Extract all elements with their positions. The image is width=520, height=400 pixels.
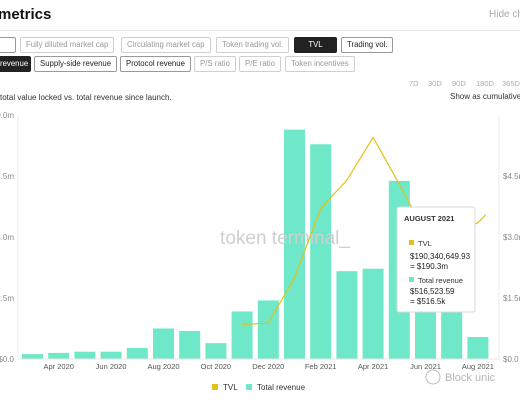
chart-area: $0.0 2.5m 5.0m 7.5m 10.0m $0.0 $1.5m $3.0m $4.5… [0,111,520,392]
tab-trading-vol[interactable]: Trading vol. [341,37,394,53]
tab-supply-side-revenue[interactable]: Supply-side revenue [34,56,118,72]
x-axis-tick-label: Dec 2020 [252,362,284,371]
revenue-bar[interactable] [257,300,279,359]
left-axis-tick-label: 7.5m [0,172,14,181]
left-axis-tick-label: $0.0 [0,355,15,364]
tooltip-revenue-swatch [409,277,414,282]
revenue-bar[interactable] [179,330,201,359]
tooltip-tvl-short: = $190.3m [410,262,448,271]
revenue-bar[interactable] [336,271,358,359]
right-axis-tick-label: $3.0m [503,233,520,242]
revenue-bar[interactable] [48,352,70,359]
page-title: metrics [0,6,52,23]
revenue-bar[interactable] [231,311,253,359]
tab-token-trading-vol[interactable]: Token trading vol. [216,37,290,53]
x-axis-tick-label: Aug 2021 [462,362,494,371]
tab-ps-ratio[interactable]: P/S ratio [194,56,236,72]
tab-partial-left[interactable] [0,37,16,53]
tab-token-incentives[interactable]: Token incentives [285,56,355,72]
x-axis-tick-label: Apr 2021 [358,362,388,371]
range-365d[interactable]: 365D [502,79,520,88]
range-180d[interactable]: 180D [476,79,494,88]
tab-revenue[interactable]: revenue [0,56,31,72]
header-divider [0,30,520,31]
credit-text: Block unic [445,372,496,384]
legend-revenue-swatch [246,384,252,390]
legend-tvl-label[interactable]: TVL [223,383,238,392]
revenue-bar[interactable] [100,351,122,359]
left-axis-tick-label: 10.0m [0,111,14,120]
tooltip: AUGUST 2021 TVL $190,340,649.93 = $190.3… [396,206,476,313]
tooltip-revenue-label: Total revenue [418,276,463,285]
legend-revenue-label[interactable]: Total revenue [257,383,306,392]
range-30d[interactable]: 30D [428,79,442,88]
tooltip-tvl-value: $190,340,649.93 [410,252,471,261]
left-axis-tick-label: 5.0m [0,233,14,242]
tooltip-tvl-label: TVL [418,239,432,248]
x-axis-tick-label: Oct 2020 [201,362,231,371]
tooltip-title: AUGUST 2021 [404,214,454,223]
tooltip-revenue-short: = $516.5k [410,297,446,306]
watermark: token terminal_ [220,228,350,249]
credit-badge: Block unic [425,369,496,385]
x-axis-tick-label: Jun 2021 [410,362,441,371]
revenue-bar[interactable] [74,351,96,359]
right-axis-tick-label: $0.0 [503,355,519,364]
x-axis-tick-label: Apr 2020 [43,362,73,371]
revenue-bar[interactable] [467,337,489,359]
tooltip-tvl-swatch [409,240,414,245]
legend-tvl-swatch [212,384,218,390]
revenue-bar[interactable] [205,343,227,359]
left-axis-tick-label: 2.5m [0,294,14,303]
credit-icon [425,369,441,385]
tab-circulating-market-cap[interactable]: Circulating market cap [121,37,211,53]
tab-pe-ratio[interactable]: P/E ratio [239,56,281,72]
right-axis-tick-label: $4.5m [503,172,520,181]
hide-chart-link[interactable]: Hide ch [489,9,520,20]
range-90d[interactable]: 90D [452,79,466,88]
revenue-bar[interactable] [362,268,384,359]
x-axis-tick-label: Feb 2021 [305,362,337,371]
revenue-bar[interactable] [22,354,43,359]
tab-protocol-revenue[interactable]: Protocol revenue [120,56,191,72]
right-axis-tick-label: $1.5m [503,294,520,303]
tab-tvl[interactable]: TVL [294,37,337,53]
chart-legend: TVL Total revenue [212,383,306,392]
revenue-bar[interactable] [310,144,332,359]
x-axis-tick-label: Jun 2020 [96,362,127,371]
revenue-bar[interactable] [126,348,148,359]
x-axis-tick-label: Aug 2020 [147,362,179,371]
tooltip-revenue-value: $516,523.59 [410,287,455,296]
range-7d[interactable]: 7D [409,79,419,88]
tab-fully-diluted-market-cap[interactable]: Fully diluted market cap [20,37,115,53]
revenue-bar[interactable] [153,328,174,360]
